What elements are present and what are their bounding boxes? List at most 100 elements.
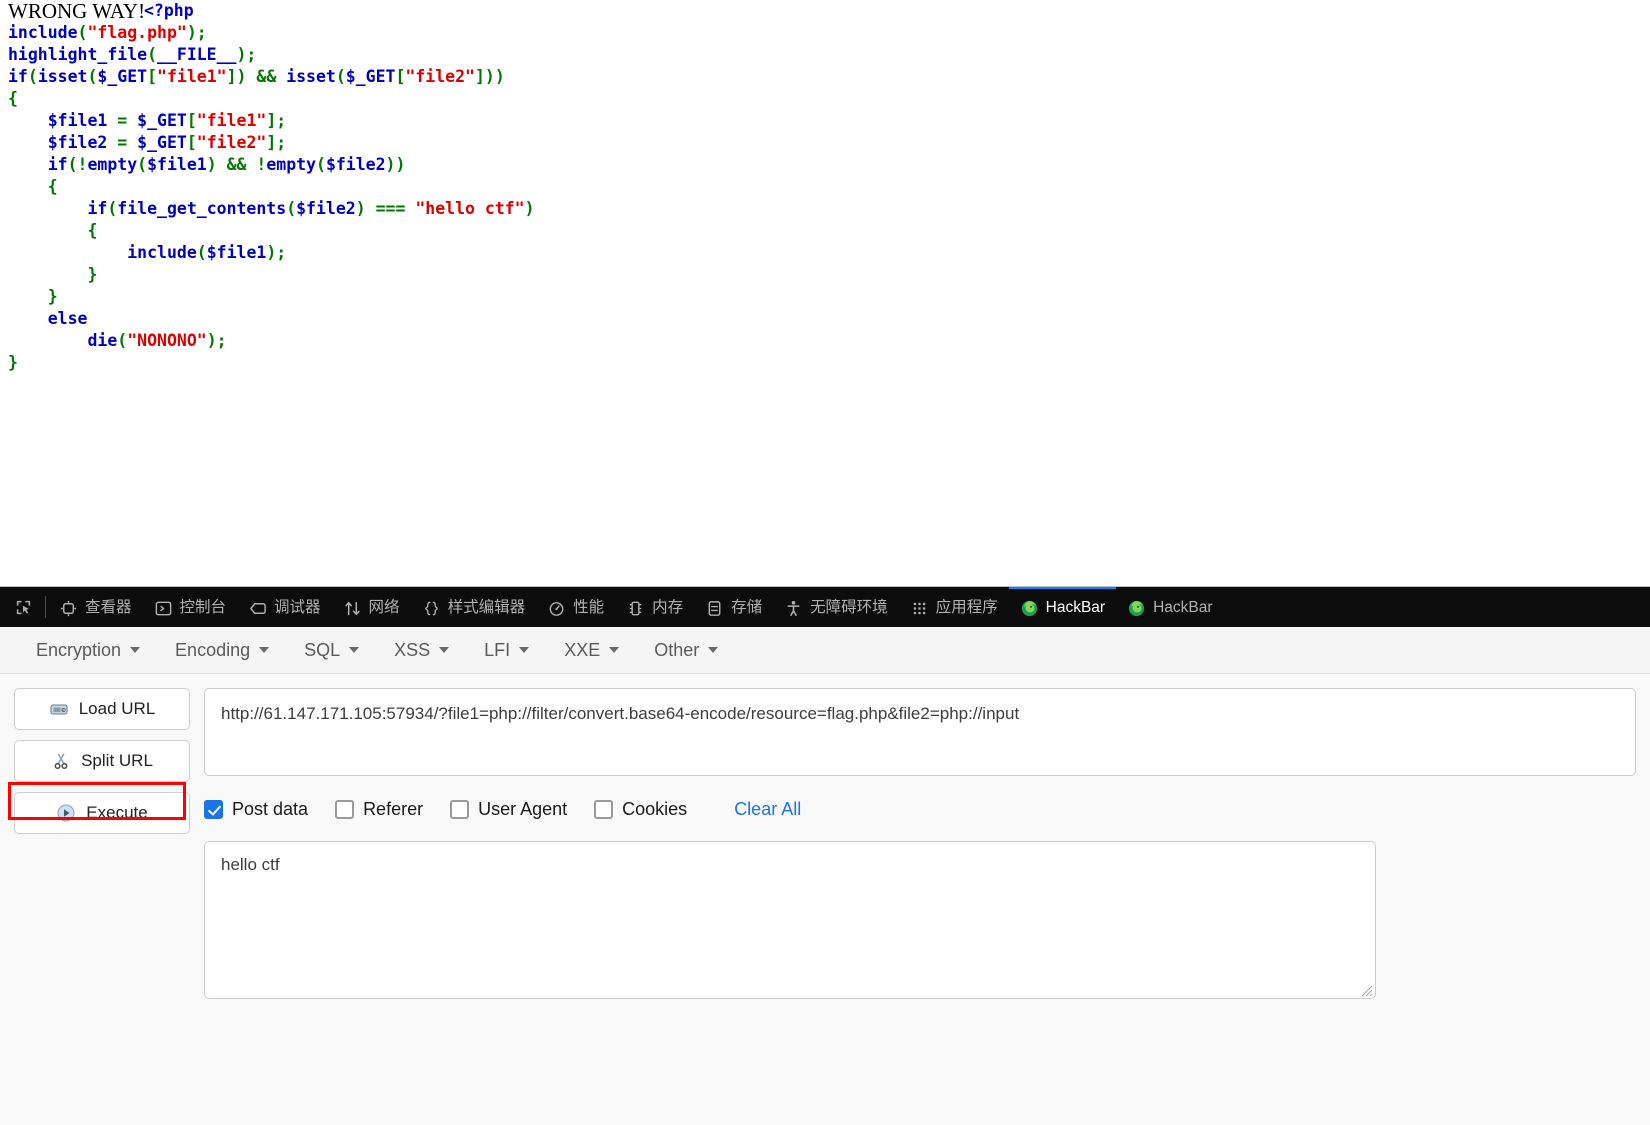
devtools-tab-label: 查看器 [85,589,132,627]
code-token: file_get_contents [117,199,286,218]
textarea-resize-grip[interactable] [1359,982,1373,996]
devtools-tab-10[interactable]: HackBar [1009,587,1116,627]
checkbox[interactable] [450,800,469,819]
execute-button[interactable]: Execute [14,792,190,834]
code-token: include [127,243,197,262]
code-line: } [8,286,535,308]
hackbar-menu-sql[interactable]: SQL [290,635,373,666]
option-label: Referer [363,799,423,820]
hackbar-menu-label: XSS [394,640,430,661]
hackbar-menu-lfi[interactable]: LFI [470,635,543,666]
code-token: empty [266,155,316,174]
code-line: if(!empty($file1) && !empty($file2)) [8,154,535,176]
split-url-button[interactable]: Split URL [14,740,190,782]
chevron-down-icon [130,647,140,653]
load-url-label: Load URL [79,699,156,719]
hackbar-menu-encryption[interactable]: Encryption [22,635,154,666]
hackbar-menu-encoding[interactable]: Encoding [161,635,283,666]
code-token: ); [266,243,286,262]
chevron-down-icon [519,647,529,653]
code-token: ( [87,67,97,86]
code-token: [ [187,111,197,130]
option-post-data[interactable]: Post data [204,799,308,820]
code-line: else [8,308,535,330]
memory-icon [626,599,645,618]
code-token: ( [197,243,207,262]
devtools-tab-label: 调试器 [274,589,321,627]
code-token: else [48,309,88,328]
code-token: ( [137,155,147,174]
code-line: if(file_get_contents($file2) === "hello … [8,198,535,220]
hackbar-menu-xss[interactable]: XSS [380,635,463,666]
devtools-tab-11[interactable]: HackBar [1116,587,1223,627]
code-token: $file2 [48,133,108,152]
devtools-tab-5[interactable]: 性能 [536,587,615,627]
code-token: "NONONO" [127,331,206,350]
devtools-panel: 查看器控制台调试器网络样式编辑器性能内存存储无障碍环境应用程序HackBarHa… [0,586,1650,1125]
code-token: ]; [266,133,286,152]
code-token: ]; [266,111,286,130]
code-line: { [8,88,535,110]
hackbar-menu-list: Encryption Encoding SQL XSS LFI XXEOther [22,635,732,666]
devtools-tab-label: 无障碍环境 [810,589,888,627]
code-token: $file1 [207,243,267,262]
performance-icon [547,599,566,618]
code-token: (! [68,155,88,174]
code-token: ( [286,199,296,218]
checkbox[interactable] [335,800,354,819]
clear-all-link[interactable]: Clear All [734,799,801,820]
option-cookies[interactable]: Cookies [594,799,687,820]
code-token: ) === [356,199,416,218]
checkbox[interactable] [594,800,613,819]
hackbar-menu-label: LFI [484,640,510,661]
code-token: ( [28,67,38,86]
code-token: include [8,23,78,42]
code-token: ( [117,331,127,350]
code-token: __FILE__ [157,45,236,64]
accessibility-icon [784,599,803,618]
code-token: highlight_file [8,45,147,64]
devtools-tab-4[interactable]: 样式编辑器 [411,587,537,627]
option-user-agent[interactable]: User Agent [450,799,567,820]
chevron-down-icon [349,647,359,653]
disk-drive-icon [49,699,69,719]
hackbar-menu-xxe[interactable]: XXE [550,635,633,666]
devtools-tab-1[interactable]: 控制台 [143,587,238,627]
code-token: ) [525,199,535,218]
code-token: { [8,177,58,196]
option-referer[interactable]: Referer [335,799,423,820]
code-token: "file2" [197,133,267,152]
load-url-button[interactable]: Load URL [14,688,190,730]
code-token: = [107,133,137,152]
devtools-tab-2[interactable]: 调试器 [237,587,332,627]
code-token: $file2 [296,199,356,218]
devtools-tab-3[interactable]: 网络 [332,587,411,627]
php-source-listing: <?phpinclude("flag.php");highlight_file(… [8,0,535,374]
code-token [8,111,48,130]
hackbar-menu-label: Encoding [175,640,250,661]
storage-icon [705,599,724,618]
browser-page-content: WRONG WAY! <?phpinclude("flag.php");high… [0,0,1650,586]
code-token: $_GET [137,111,187,130]
code-token: "file1" [157,67,227,86]
code-token: $_GET [137,133,187,152]
url-input[interactable]: http://61.147.171.105:57934/?file1=php:/… [204,688,1636,776]
chevron-down-icon [259,647,269,653]
option-label: Post data [232,799,308,820]
checkbox[interactable] [204,800,223,819]
devtools-tab-8[interactable]: 无障碍环境 [773,587,899,627]
network-icon [343,599,362,618]
devtools-tab-7[interactable]: 存储 [694,587,773,627]
element-picker-button[interactable] [4,587,45,627]
hackbar-menu-other[interactable]: Other [640,635,732,666]
devtools-tab-6[interactable]: 内存 [615,587,694,627]
code-line: $file2 = $_GET["file2"]; [8,132,535,154]
devtools-tab-0[interactable]: 查看器 [48,587,143,627]
code-token: "file2" [405,67,475,86]
hackbar-body: Load URL Split URL [0,674,1650,999]
devtools-tab-9[interactable]: 应用程序 [899,587,1009,627]
post-data-textarea[interactable]: hello ctf [204,841,1376,999]
devtools-tab-label: 内存 [652,589,683,627]
firefox-icon [1020,599,1039,618]
code-token: ])) [475,67,505,86]
